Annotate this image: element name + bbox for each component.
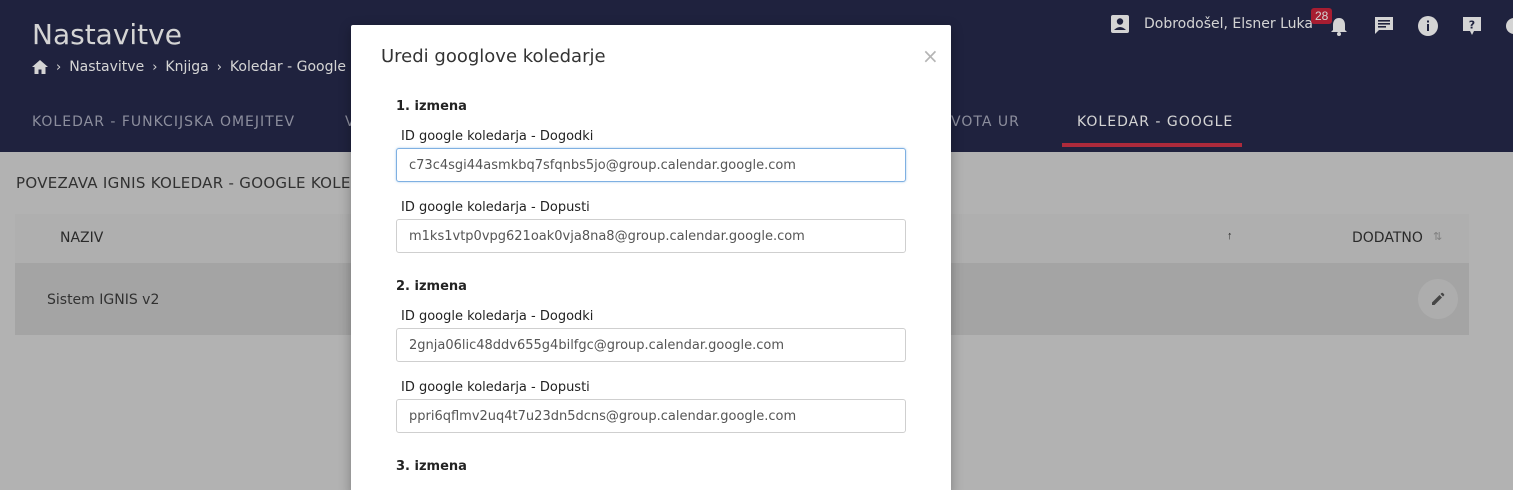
shift-1-events-label: ID google koledarja - Dogodki <box>401 129 594 144</box>
shift-3-title: 3. izmena <box>396 459 467 474</box>
shift-1-leave-input[interactable] <box>396 219 906 253</box>
shift-2-leave-input[interactable] <box>396 399 906 433</box>
shift-2-events-input[interactable] <box>396 328 906 362</box>
close-icon[interactable]: × <box>922 44 939 68</box>
shift-2-leave-label: ID google koledarja - Dopusti <box>401 380 590 395</box>
shift-1-leave-label: ID google koledarja - Dopusti <box>401 200 590 215</box>
edit-google-calendars-modal: Uredi googlove koledarje × 1. izmena ID … <box>351 25 951 490</box>
modal-title: Uredi googlove koledarje <box>381 46 606 67</box>
shift-1-title: 1. izmena <box>396 99 467 114</box>
shift-2-events-label: ID google koledarja - Dogodki <box>401 309 594 324</box>
shift-2-title: 2. izmena <box>396 279 467 294</box>
shift-1-events-input[interactable] <box>396 148 906 182</box>
